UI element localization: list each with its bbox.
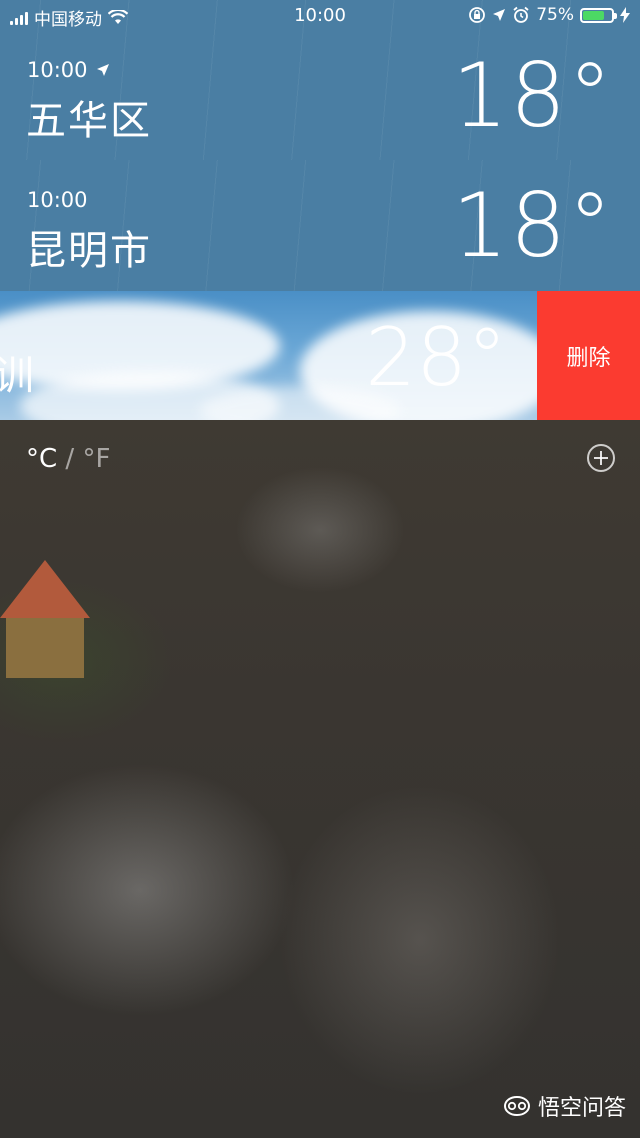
tower-image: [0, 560, 95, 690]
location-arrow-icon: [96, 64, 109, 76]
city-time: 10:00: [27, 58, 88, 82]
charging-icon: [620, 7, 630, 23]
city-time: 10:00: [27, 188, 88, 212]
background-area: °C / °F 悟空问答: [0, 420, 640, 1138]
city-temperature: 28°: [365, 311, 507, 404]
status-bar: 中国移动 10:00 75%: [0, 0, 640, 34]
unit-fahrenheit[interactable]: °F: [82, 444, 110, 474]
watermark-text: 悟空问答: [537, 1096, 626, 1121]
city-name-partial: 训: [0, 353, 34, 399]
city-name: 五华区: [26, 98, 152, 144]
city-temperature: 18°: [452, 44, 614, 147]
add-city-button[interactable]: [587, 444, 615, 472]
watermark: 悟空问答: [502, 1090, 626, 1122]
battery-percent: 75%: [536, 5, 574, 25]
sky-background: 训 28°: [0, 291, 537, 420]
delete-label: 删除: [566, 345, 611, 371]
city-temperature: 18°: [452, 174, 614, 277]
city-time-row: 10:00: [27, 188, 88, 212]
unit-celsius[interactable]: °C: [26, 444, 57, 474]
swiped-city-row[interactable]: 训 28° 删除: [0, 291, 640, 420]
city-time-row: 10:00: [27, 58, 110, 82]
city-name: 昆明市: [26, 228, 152, 274]
unit-separator: /: [65, 444, 75, 474]
battery-fill: [583, 10, 604, 20]
alarm-icon: [513, 6, 529, 23]
city-row[interactable]: 10:00 昆明市 18°: [0, 160, 640, 291]
unit-toggle[interactable]: °C / °F: [26, 444, 110, 474]
wukong-logo-icon: [503, 1095, 530, 1117]
delete-button[interactable]: 删除: [537, 291, 640, 420]
weather-city-list: 中国移动 10:00 75% 10:00 五华区 18° 10:00 昆明市 1…: [0, 0, 640, 1138]
status-right: 75%: [468, 5, 630, 25]
location-icon: [493, 9, 506, 21]
battery-icon: [580, 7, 617, 23]
orientation-lock-icon: [469, 7, 486, 23]
